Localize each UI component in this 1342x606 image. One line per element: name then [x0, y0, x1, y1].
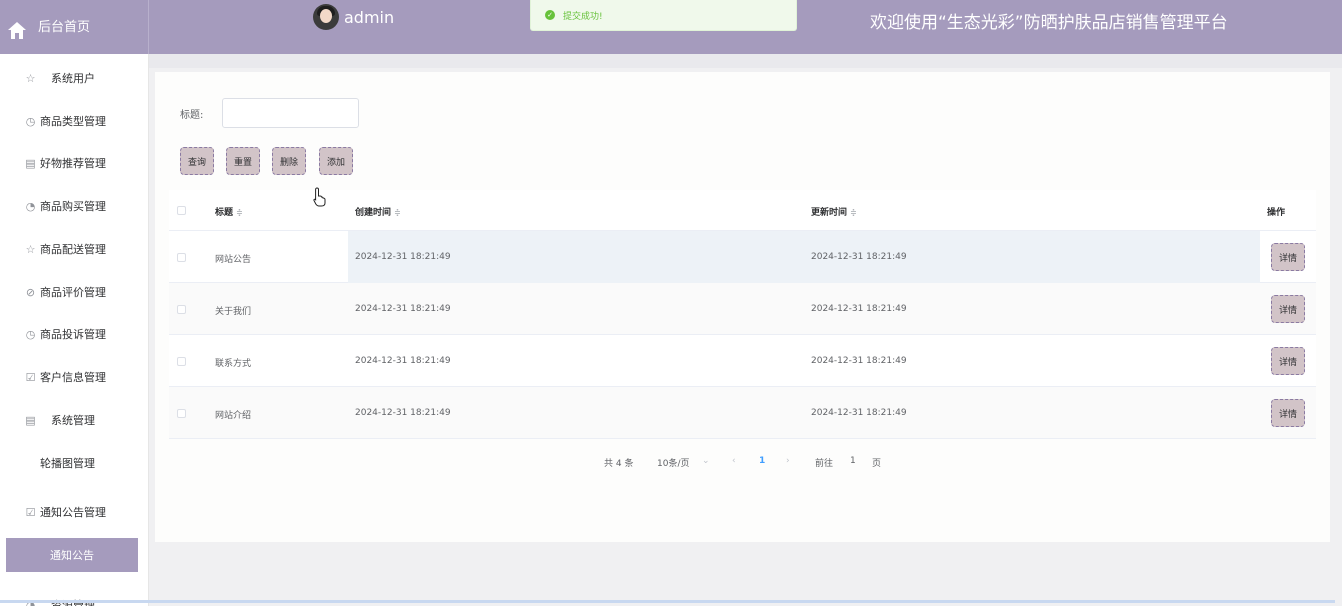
sidebar-item-system-users[interactable]: ☆ 系统用户 — [0, 63, 149, 93]
sidebar-item-category[interactable]: ◷ 商品类型管理 — [0, 106, 149, 136]
column-header-title[interactable]: 标题 ≑ — [215, 205, 243, 218]
goto-suffix: 页 — [872, 459, 882, 469]
sidebar-item-label: 轮播图管理 — [40, 457, 95, 470]
sidebar-item-system[interactable]: ▤ 系统管理 — [0, 405, 149, 435]
title-filter-input[interactable] — [222, 98, 359, 128]
sidebar-item-purchase[interactable]: ◔ 商品购买管理 — [0, 191, 149, 221]
detail-button[interactable]: 详情 — [1271, 243, 1305, 271]
box-icon: ▤ — [25, 156, 36, 170]
sidebar-item-label: 系统管理 — [51, 414, 95, 427]
goto-page-input[interactable]: 1 — [850, 456, 856, 466]
next-page-icon[interactable]: › — [786, 456, 790, 466]
row-checkbox[interactable] — [177, 409, 186, 418]
sort-icon[interactable]: ≑ — [236, 208, 243, 217]
sidebar-item-delivery[interactable]: ☆ 商品配送管理 — [0, 234, 149, 264]
sidebar-item-complaint[interactable]: ◷ 商品投诉管理 — [0, 319, 149, 349]
sidebar-item-label: 好物推荐管理 — [40, 157, 106, 170]
compass-icon: ⊘ — [25, 285, 36, 299]
delete-button[interactable]: 删除 — [272, 147, 306, 175]
bottom-scroll-strip — [0, 600, 1335, 603]
platform-title: 欢迎使用“生态光彩”防晒护肤品店销售管理平台 — [870, 13, 1228, 33]
detail-button[interactable]: 详情 — [1271, 399, 1305, 427]
page-number-current[interactable]: 1 — [759, 456, 765, 466]
sidebar-item-carousel[interactable]: 轮播图管理 — [0, 448, 149, 478]
select-all-checkbox[interactable] — [177, 206, 186, 215]
column-header-updated[interactable]: 更新时间 ≑ — [811, 205, 857, 218]
row-created: 2024-12-31 18:21:49 — [355, 252, 451, 262]
row-title: 网站公告 — [215, 255, 252, 265]
sidebar-item-label: 客户信息管理 — [40, 371, 106, 384]
user-menu[interactable]: admin — [313, 4, 394, 30]
home-link[interactable]: 后台首页 — [0, 0, 149, 54]
row-updated: 2024-12-31 18:21:49 — [811, 408, 907, 418]
star-icon: ☆ — [25, 71, 36, 85]
row-updated: 2024-12-31 18:21:49 — [811, 356, 907, 366]
avatar — [313, 4, 339, 30]
row-title: 网站介绍 — [215, 411, 252, 421]
sort-icon[interactable]: ≑ — [394, 208, 401, 217]
clock-icon: ◷ — [25, 114, 36, 128]
column-header-actions: 操作 — [1267, 208, 1286, 218]
hand-cursor-icon — [313, 187, 327, 211]
sidebar: ☆ 系统用户 ◷ 商品类型管理 ▤ 好物推荐管理 ◔ 商品购买管理 ☆ 商品配送… — [0, 54, 149, 606]
chevron-down-icon[interactable]: ⌄ — [702, 456, 710, 466]
sidebar-item-label: 商品购买管理 — [40, 200, 106, 213]
row-created: 2024-12-31 18:21:49 — [355, 408, 451, 418]
goto-prefix: 前往 — [815, 459, 834, 469]
sidebar-item-customer[interactable]: ☑ 客户信息管理 — [0, 362, 149, 392]
check-circle-icon: ✓ — [545, 10, 555, 20]
row-title: 关于我们 — [215, 307, 252, 317]
sidebar-item-label: 通知公告 — [50, 549, 94, 562]
table-row: 网站介绍 2024-12-31 18:21:49 2024-12-31 18:2… — [169, 387, 1316, 439]
sidebar-item-label: 商品配送管理 — [40, 243, 106, 256]
column-header-created[interactable]: 创建时间 ≑ — [355, 205, 401, 218]
sort-icon[interactable]: ≑ — [850, 208, 857, 217]
add-button[interactable]: 添加 — [319, 147, 353, 175]
top-header: 后台首页 admin ✓ 提交成功! 欢迎使用“生态光彩”防晒护肤品店销售管理平… — [0, 0, 1342, 54]
sidebar-item-label: 商品评价管理 — [40, 286, 106, 299]
reset-button[interactable]: 重置 — [226, 147, 260, 175]
sidebar-item-label: 通知公告管理 — [40, 506, 106, 519]
sidebar-item-label: 商品类型管理 — [40, 115, 106, 128]
table-row: 关于我们 2024-12-31 18:21:49 2024-12-31 18:2… — [169, 283, 1316, 335]
row-checkbox[interactable] — [177, 357, 186, 366]
title-filter-label: 标题: — [180, 110, 204, 121]
box-icon: ▤ — [25, 413, 36, 427]
sidebar-item-recommend[interactable]: ▤ 好物推荐管理 — [0, 148, 149, 178]
row-title: 联系方式 — [215, 359, 252, 369]
table-row: 联系方式 2024-12-31 18:21:49 2024-12-31 18:2… — [169, 335, 1316, 387]
row-checkbox[interactable] — [177, 253, 186, 262]
row-updated: 2024-12-31 18:21:49 — [811, 252, 907, 262]
sidebar-item-label: 商品投诉管理 — [40, 328, 106, 341]
row-updated: 2024-12-31 18:21:49 — [811, 304, 907, 314]
detail-button[interactable]: 详情 — [1271, 295, 1305, 323]
check-square-icon: ☑ — [25, 505, 36, 519]
prev-page-icon[interactable]: ‹ — [732, 456, 736, 466]
row-created: 2024-12-31 18:21:49 — [355, 304, 451, 314]
check-square-icon: ☑ — [25, 370, 36, 384]
query-button[interactable]: 查询 — [180, 147, 214, 175]
toast-message: 提交成功! — [563, 11, 603, 22]
sidebar-item-label: 系统用户 — [51, 72, 95, 85]
row-checkbox[interactable] — [177, 305, 186, 314]
page-size-select[interactable]: 10条/页 — [657, 456, 690, 469]
sidebar-item-notice[interactable]: 通知公告 — [6, 538, 138, 572]
table-row: 网站公告 2024-12-31 18:21:49 2024-12-31 18:2… — [169, 231, 1316, 283]
clock-icon: ◷ — [25, 327, 36, 341]
home-label: 后台首页 — [38, 19, 91, 35]
row-created: 2024-12-31 18:21:49 — [355, 356, 451, 366]
circle-icon: ◔ — [25, 199, 36, 213]
content-top-band — [149, 54, 1342, 68]
detail-button[interactable]: 详情 — [1271, 347, 1305, 375]
success-toast: ✓ 提交成功! — [530, 0, 797, 31]
sidebar-item-notice-mgmt[interactable]: ☑ 通知公告管理 — [0, 497, 149, 527]
table-header: 标题 ≑ 创建时间 ≑ 更新时间 ≑ 操作 — [169, 190, 1316, 231]
sidebar-item-review[interactable]: ⊘ 商品评价管理 — [0, 277, 149, 307]
sidebar-item-resource[interactable]: ◔ 资源管理 — [0, 590, 149, 606]
star-icon: ☆ — [25, 242, 36, 256]
home-icon — [6, 19, 28, 41]
username: admin — [344, 7, 395, 27]
pagination-total: 共 4 条 — [604, 459, 634, 469]
